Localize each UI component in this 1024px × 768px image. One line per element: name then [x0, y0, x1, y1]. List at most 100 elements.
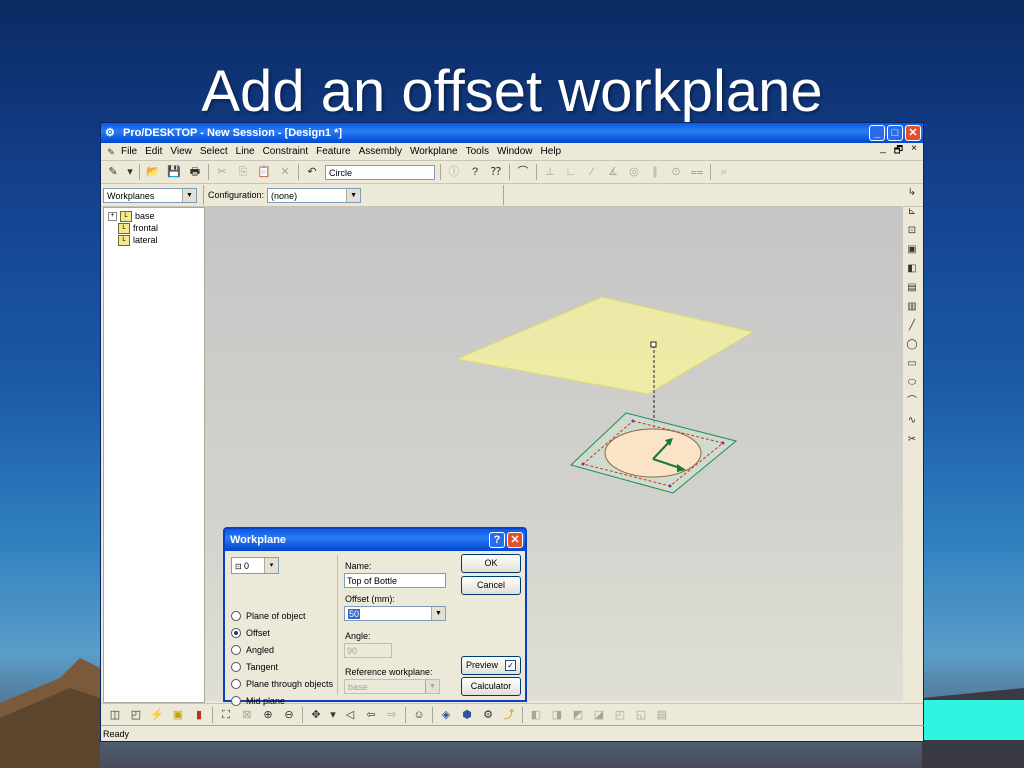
- previous-icon[interactable]: ⇦: [363, 707, 379, 723]
- equal-icon[interactable]: ⩵: [689, 164, 705, 180]
- part-icon[interactable]: ◱: [633, 707, 649, 723]
- menu-edit[interactable]: Edit: [141, 146, 166, 157]
- new-workplane-icon[interactable]: ⊾: [904, 204, 920, 220]
- menu-view[interactable]: View: [166, 146, 196, 157]
- calculator-button[interactable]: Calculator: [461, 677, 521, 696]
- command-field[interactable]: Circle: [325, 164, 435, 180]
- smiley-icon[interactable]: ☺: [411, 707, 427, 723]
- ok-button[interactable]: OK: [461, 554, 521, 573]
- part-icon[interactable]: ▤: [654, 707, 670, 723]
- radio-tangent[interactable]: Tangent: [231, 658, 333, 675]
- grip-point[interactable]: [721, 441, 725, 445]
- radio-mid-plane[interactable]: Mid plane: [231, 692, 333, 709]
- browser-mode-select[interactable]: Workplanes ▼: [103, 187, 197, 203]
- zoom-icon[interactable]: ⌕: [716, 164, 732, 180]
- menu-assembly[interactable]: Assembly: [355, 146, 406, 157]
- help-icon[interactable]: ?: [467, 164, 483, 180]
- view-light-icon[interactable]: ⚡: [149, 707, 165, 723]
- dialog-help-button[interactable]: ?: [489, 532, 505, 548]
- radio-dot[interactable]: [231, 695, 241, 706]
- back-icon[interactable]: ◁: [342, 707, 358, 723]
- cut-icon[interactable]: ✂: [214, 164, 230, 180]
- ellipse-draw-icon[interactable]: ⬭: [904, 375, 920, 391]
- doc-close-button[interactable]: ×: [911, 143, 917, 160]
- rectangle-draw-icon[interactable]: ▭: [904, 356, 920, 372]
- menu-select[interactable]: Select: [196, 146, 232, 157]
- radio-dot[interactable]: [231, 678, 241, 689]
- circle-profile[interactable]: [604, 428, 702, 478]
- menu-feature[interactable]: Feature: [312, 146, 354, 157]
- preview-checkbox[interactable]: ✓: [505, 660, 516, 671]
- view-iso-icon[interactable]: ◫: [107, 707, 123, 723]
- feature-revolve-icon[interactable]: ◧: [904, 261, 920, 277]
- feature-loft-icon[interactable]: ▥: [904, 299, 920, 315]
- offset-field[interactable]: 50 ▼: [344, 606, 446, 621]
- radio-dot[interactable]: [231, 610, 241, 621]
- grip-point[interactable]: [631, 419, 635, 423]
- grip-point[interactable]: [581, 462, 585, 466]
- radio-dot[interactable]: [231, 661, 241, 672]
- material-icon[interactable]: ◈: [438, 707, 454, 723]
- dialog-titlebar[interactable]: Workplane ? ✕: [225, 529, 525, 551]
- context-help-icon[interactable]: ⁇: [488, 164, 504, 180]
- offset-handle[interactable]: [650, 341, 657, 348]
- radio-offset[interactable]: Offset: [231, 624, 333, 641]
- perpendicular-icon[interactable]: ∟: [563, 164, 579, 180]
- tree-item[interactable]: L lateral: [104, 234, 204, 246]
- paste-icon[interactable]: 📋: [256, 164, 272, 180]
- doc-restore-button[interactable]: 🗗: [894, 143, 903, 160]
- dialog-close-button[interactable]: ✕: [507, 532, 523, 548]
- feature-bend-icon[interactable]: ⤴: [501, 707, 517, 723]
- workplane-selector[interactable]: ⊡ 0 ▾: [231, 557, 279, 574]
- angle-icon[interactable]: ∡: [605, 164, 621, 180]
- menu-help[interactable]: Help: [537, 146, 566, 157]
- arc-icon[interactable]: ⌒: [515, 164, 531, 180]
- window-titlebar[interactable]: ⚙ Pro/DESKTOP - New Session - [Design1 *…: [101, 123, 923, 143]
- view-shaded-icon[interactable]: ▣: [170, 707, 186, 723]
- radio-angled[interactable]: Angled: [231, 641, 333, 658]
- pencil-icon[interactable]: ✎: [105, 164, 121, 180]
- radio-plane-of-object[interactable]: Plane of object: [231, 607, 333, 624]
- delete-icon[interactable]: ✕: [277, 164, 293, 180]
- part-icon[interactable]: ◧: [528, 707, 544, 723]
- menu-constraint[interactable]: Constraint: [259, 146, 313, 157]
- menu-window[interactable]: Window: [493, 146, 537, 157]
- view-render-icon[interactable]: ▮: [191, 707, 207, 723]
- component-icon[interactable]: ⬢: [459, 707, 475, 723]
- concentric-icon[interactable]: ◎: [626, 164, 642, 180]
- doc-minimize-button[interactable]: _: [880, 143, 886, 160]
- constraint-icon[interactable]: ⚙: [480, 707, 496, 723]
- feature-sweep-icon[interactable]: ▤: [904, 280, 920, 296]
- menu-workplane[interactable]: Workplane: [406, 146, 462, 157]
- dimension-icon[interactable]: ⊥: [542, 164, 558, 180]
- undo-icon[interactable]: ↶: [304, 164, 320, 180]
- open-icon[interactable]: 📂: [145, 164, 161, 180]
- offset-workplane-icon[interactable]: ⊡: [904, 223, 920, 239]
- minimize-button[interactable]: _: [869, 125, 885, 141]
- dropdown-arrow-icon[interactable]: ▾: [126, 164, 134, 180]
- configuration-select[interactable]: (none) ▼: [267, 187, 362, 203]
- reference-select[interactable]: base ▼: [344, 679, 440, 694]
- angle-field[interactable]: 90: [344, 643, 392, 658]
- arc-draw-icon[interactable]: ⌒: [904, 394, 920, 410]
- tangent-icon[interactable]: ⊙: [668, 164, 684, 180]
- close-button[interactable]: ✕: [905, 125, 921, 141]
- radio-plane-through-objects[interactable]: Plane through objects: [231, 675, 333, 692]
- spline-draw-icon[interactable]: ∿: [904, 413, 920, 429]
- offset-workplane[interactable]: [455, 296, 755, 395]
- feature-extrude-icon[interactable]: ▣: [904, 242, 920, 258]
- cancel-button[interactable]: Cancel: [461, 576, 521, 595]
- part-icon[interactable]: ◪: [591, 707, 607, 723]
- preview-toggle[interactable]: Preview ✓: [461, 656, 521, 675]
- line-draw-icon[interactable]: ╱: [904, 318, 920, 334]
- radio-dot[interactable]: [231, 627, 241, 638]
- menu-line[interactable]: Line: [232, 146, 259, 157]
- expand-icon[interactable]: +: [108, 211, 117, 221]
- part-icon[interactable]: ◰: [612, 707, 628, 723]
- copy-icon[interactable]: ⎘: [235, 164, 251, 180]
- part-icon[interactable]: ◩: [570, 707, 586, 723]
- workplane-tool-icon[interactable]: ↳: [904, 185, 920, 201]
- maximize-button[interactable]: □: [887, 125, 903, 141]
- next-icon[interactable]: ⇨: [384, 707, 400, 723]
- tree-item[interactable]: L frontal: [104, 222, 204, 234]
